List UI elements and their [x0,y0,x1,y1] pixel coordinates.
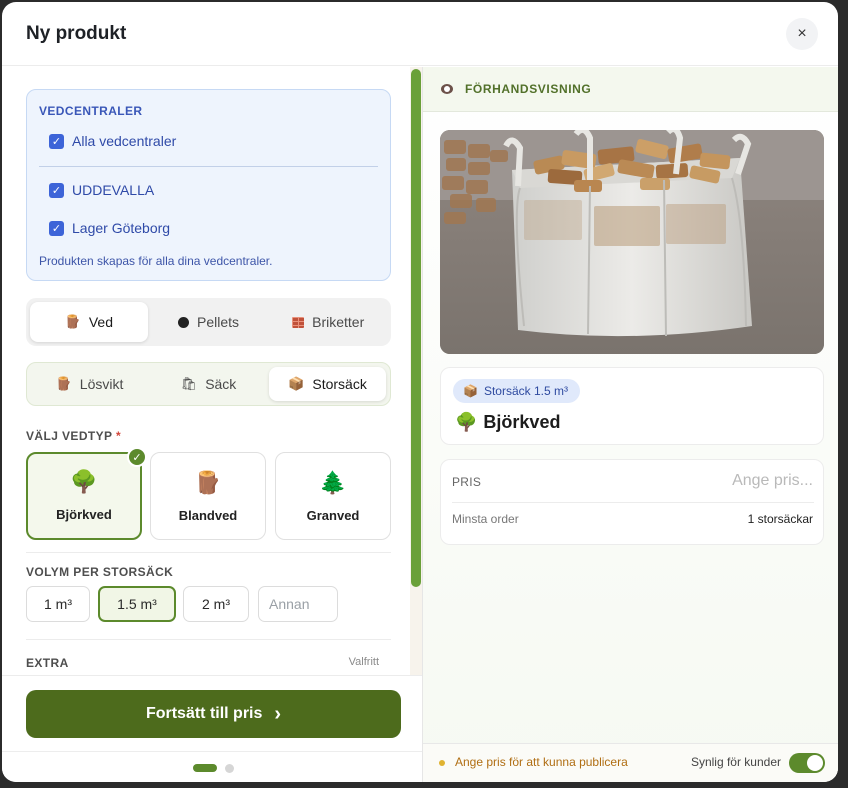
divider [26,639,391,640]
checkbox-icon: ✓ [49,133,64,149]
eye-icon [441,84,453,94]
centers-box: VEDCENTRALER ✓ Alla vedcentraler ✓ UDDEV… [26,89,391,281]
divider [39,166,378,167]
section-label-text: VÄLJ VEDTYP [26,429,113,443]
visible-label: Synlig för kunder [690,755,781,769]
form-scroll-area[interactable]: VEDCENTRALER ✓ Alla vedcentraler ✓ UDDEV… [2,67,410,675]
pine-icon: 🌲 [319,470,347,495]
size-badge-label: Storsäck 1.5 m³ [483,384,568,398]
tab-label: Säck [205,376,237,392]
wood-option-label: Granved [306,508,360,523]
price-input[interactable]: Ange pris... [732,472,813,490]
sack-icon: 🛍 [180,376,198,391]
checkbox-icon: ✓ [49,182,64,198]
package-tabs: 🪵 Lösvikt 🛍 Säck 📦 Storsäck [26,362,391,406]
checkbox-label: Lager Göteborg [72,220,171,236]
checkbox-center-uddevalla[interactable]: ✓ UDDEVALLA [49,182,154,198]
brick-icon [292,316,305,328]
divider [452,502,814,503]
tab-label: Storsäck [312,376,367,392]
chevron-right-icon: › [274,703,282,725]
wood-option-blandved[interactable]: 🪵 Blandved [150,452,266,540]
step-indicator-inactive [225,764,234,773]
tree-icon: 🌳 [455,412,478,432]
tab-pellets[interactable]: Pellets [150,302,268,342]
tree-icon: 🌳 [70,469,98,494]
checkbox-label: Alla vedcentraler [72,133,177,149]
extra-label: EXTRA [26,656,69,670]
volume-option-1-5[interactable]: 1.5 m³ [98,586,176,622]
volume-option-2[interactable]: 2 m³ [183,586,249,622]
optional-label: Valfritt [348,656,379,668]
centers-note: Produkten skapas för alla dina vedcentra… [39,254,273,268]
continue-to-price-button[interactable]: Fortsätt till pris › [26,690,401,738]
publish-warning: Ange pris för att kunna publicera [455,755,628,769]
required-mark: * [115,429,122,443]
product-info-card: 📦 Storsäck 1.5 m³ 🌳 Björkved [440,367,824,445]
tab-sack[interactable]: 🛍 Säck [150,367,267,401]
wood-option-label: Björkved [56,507,112,522]
tab-losvikt[interactable]: 🪵 Lösvikt [31,367,148,401]
step-indicator-active [193,764,217,772]
wood-option-label: Blandved [178,508,238,523]
warning-dot-icon [439,760,445,766]
log-icon: 🪵 [194,470,222,495]
modal-header: Ny produkt [2,2,838,66]
divider [2,751,422,752]
check-icon: ✓ [127,447,147,467]
tab-label: Pellets [196,314,240,330]
log-icon: 🪵 [55,376,72,391]
price-card: PRIS Ange pris... Minsta order 1 storsäc… [440,459,824,545]
divider [26,552,391,553]
button-label: Fortsätt till pris [145,705,263,722]
product-name-text: Björkved [483,412,561,432]
tab-storsack[interactable]: 📦 Storsäck [269,367,386,401]
centers-heading: VEDCENTRALER [39,104,143,118]
checkbox-center-goteborg[interactable]: ✓ Lager Göteborg [49,220,170,236]
preview-panel: FÖRHANDSVISNING 📦 Storsäck 1.5 m³ 🌳 Björ… [422,67,838,782]
form-panel: VEDCENTRALER ✓ Alla vedcentraler ✓ UDDEV… [2,67,422,782]
box-icon: 📦 [288,376,305,391]
tab-ved[interactable]: 🪵 Ved [30,302,148,342]
preview-header: FÖRHANDSVISNING [423,67,838,112]
preview-footer: Ange pris för att kunna publicera Synlig… [423,743,838,782]
modal-title: Ny produkt [26,22,127,44]
tab-label: Briketter [312,314,365,330]
product-name: 🌳 Björkved [455,412,560,433]
checkbox-icon: ✓ [49,220,64,236]
close-button[interactable]: × [786,18,818,50]
volume-option-1[interactable]: 1 m³ [26,586,90,622]
box-icon: 📦 [463,384,478,398]
tab-label: Ved [88,314,113,330]
tab-briketter[interactable]: Briketter [269,302,387,342]
wood-option-granved[interactable]: 🌲 Granved [275,452,391,540]
category-tabs: 🪵 Ved Pellets Briketter [26,298,391,346]
min-order-label: Minsta order [452,512,519,526]
checkbox-label: UDDEVALLA [72,182,155,198]
form-footer: Fortsätt till pris › [2,675,422,782]
product-image [440,130,824,354]
close-icon: × [797,25,807,42]
volume-other-input[interactable]: Annan [258,586,338,622]
new-product-modal: Ny produkt × VEDCENTRALER ✓ Alla vedcent… [2,2,838,782]
volume-label: VOLYM PER STORSÄCK [26,565,174,579]
price-label: PRIS [452,475,482,489]
min-order-value: 1 storsäckar [747,512,813,526]
preview-label: FÖRHANDSVISNING [465,82,592,96]
pellet-icon [177,316,189,328]
wood-type-label: VÄLJ VEDTYP * [26,429,121,443]
size-badge: 📦 Storsäck 1.5 m³ [453,379,580,403]
tab-label: Lösvikt [79,376,124,392]
visible-toggle[interactable] [789,753,825,773]
firewood-bag-illustration [440,130,824,354]
log-icon: 🪵 [64,314,81,329]
scrollbar-thumb[interactable] [411,69,421,587]
checkbox-all-centers[interactable]: ✓ Alla vedcentraler [49,133,176,149]
wood-option-bjorkved[interactable]: ✓ 🌳 Björkved [26,447,147,540]
